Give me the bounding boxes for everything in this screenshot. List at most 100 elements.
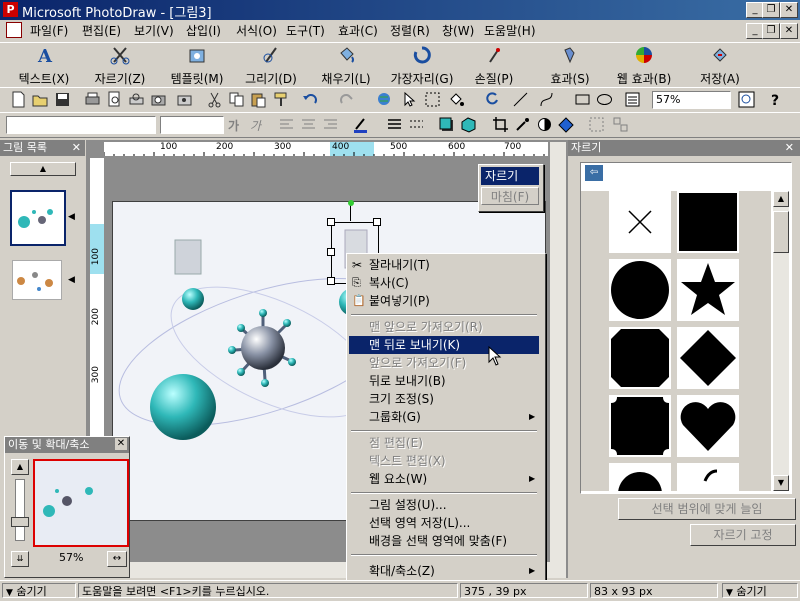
ungroup-icon[interactable] xyxy=(612,116,629,133)
zoom-in-up-button[interactable]: ▲ xyxy=(11,459,29,475)
fit-to-window-button[interactable]: ↔ xyxy=(107,551,127,567)
gallery-scroll-down-button[interactable]: ▼ xyxy=(773,475,789,491)
ctx-copy[interactable]: 복사(C) xyxy=(349,274,539,292)
shape-cell-star[interactable] xyxy=(677,259,739,321)
fill-button[interactable]: 채우기(L) xyxy=(314,45,378,86)
ctx-web-elements[interactable]: 웹 요소(W) xyxy=(349,470,539,488)
thumbnail-1[interactable] xyxy=(10,190,66,246)
ctx-save-selection[interactable]: 선택 영역 저장(L)... xyxy=(349,514,539,532)
ctx-edit-text[interactable]: 텍스트 편집(X) xyxy=(349,452,539,470)
effects-button[interactable]: 효과(S) xyxy=(540,45,600,86)
ellipse-icon[interactable] xyxy=(596,91,613,108)
navigator-close-icon[interactable]: ✕ xyxy=(115,438,127,450)
scan-icon[interactable] xyxy=(128,91,145,108)
shadow-icon[interactable] xyxy=(438,116,455,133)
cut-button[interactable]: 자르기(Z) xyxy=(88,45,152,86)
menu-file[interactable]: 파일(F) xyxy=(30,22,68,39)
gallery-scroll-up-button[interactable]: ▲ xyxy=(773,191,789,207)
ctx-resize[interactable]: 크기 조정(S) xyxy=(349,390,539,408)
align-right-icon[interactable] xyxy=(322,116,339,133)
menu-view[interactable]: 보기(V) xyxy=(134,22,174,39)
menu-window[interactable]: 창(W) xyxy=(442,22,474,39)
shape-cell-octagon[interactable] xyxy=(609,327,671,389)
thumbnail-2[interactable] xyxy=(12,260,62,300)
bold-icon[interactable]: 가 xyxy=(228,117,239,134)
paste-icon[interactable] xyxy=(250,91,267,108)
shape-cell-diamond[interactable] xyxy=(677,327,739,389)
font-name-combo[interactable] xyxy=(6,116,156,134)
navigator-viewport[interactable] xyxy=(33,459,129,547)
contrast-icon[interactable] xyxy=(536,116,553,133)
ctx-fit-background[interactable]: 배경을 선택 영역에 맞춤(F) xyxy=(349,532,539,550)
italic-icon[interactable]: 가 xyxy=(250,117,261,134)
rotation-handle[interactable] xyxy=(348,200,354,206)
touchup-button[interactable]: 손질(P) xyxy=(464,45,524,86)
rotate-icon[interactable] xyxy=(484,91,501,108)
ctx-paste[interactable]: 붙여넣기(P) xyxy=(349,292,539,310)
print-icon[interactable] xyxy=(84,91,101,108)
ctx-zoom[interactable]: 확대/축소(Z) xyxy=(349,562,539,580)
menu-format[interactable]: 서식(O) xyxy=(236,22,277,39)
doc-restore-button[interactable]: ❐ xyxy=(762,23,780,39)
fit-selection-button[interactable]: 선택 범위에 맞게 늘임 xyxy=(618,498,796,520)
pen-color-icon[interactable] xyxy=(352,116,369,133)
eyedropper-icon[interactable] xyxy=(514,116,531,133)
shape-cell-stamp[interactable] xyxy=(609,395,671,457)
ctx-send-to-back[interactable]: 맨 뒤로 보내기(K) xyxy=(349,336,539,354)
format-painter-icon[interactable] xyxy=(272,91,289,108)
gallery-back-icon[interactable]: ⇦ xyxy=(585,165,603,181)
help-icon[interactable]: ? xyxy=(768,91,785,108)
gallery-scrollbar[interactable]: ▲ ▼ xyxy=(773,191,789,491)
resize-handle-ne[interactable] xyxy=(373,218,381,226)
cut-scissors-icon[interactable] xyxy=(206,91,223,108)
digital-camera-icon[interactable] xyxy=(150,91,167,108)
template-button[interactable]: 템플릿(M) xyxy=(160,45,234,86)
crop-icon[interactable] xyxy=(492,116,509,133)
line-style-icon[interactable] xyxy=(386,116,403,133)
save-disk-icon[interactable] xyxy=(54,91,71,108)
text-button[interactable]: A 텍스트(X) xyxy=(14,45,74,86)
align-center-icon[interactable] xyxy=(300,116,317,133)
menu-insert[interactable]: 삽입(I) xyxy=(186,22,221,39)
vertical-scrollbar[interactable] xyxy=(550,142,566,562)
shape-cell-circle[interactable] xyxy=(609,259,671,321)
shape-cell-partial-1[interactable] xyxy=(609,463,671,516)
picture-properties-icon[interactable] xyxy=(624,91,641,108)
ctx-bring-to-front[interactable]: 맨 앞으로 가져오기(R) xyxy=(349,318,539,336)
shape-cell-heart[interactable] xyxy=(677,395,739,457)
globe-icon[interactable] xyxy=(376,91,393,108)
zoom-slider-thumb[interactable] xyxy=(11,517,29,527)
3d-icon[interactable] xyxy=(460,116,477,133)
align-left-icon[interactable] xyxy=(278,116,295,133)
shape-cell-x[interactable] xyxy=(609,191,671,253)
app-icon[interactable]: P xyxy=(3,2,18,17)
resize-handle-nw[interactable] xyxy=(327,218,335,226)
cut-panel-close-icon[interactable]: ✕ xyxy=(785,140,794,156)
camera-icon[interactable] xyxy=(176,91,193,108)
select-region-icon[interactable] xyxy=(424,91,441,108)
zoom-slider-track[interactable] xyxy=(15,479,25,541)
menu-effects[interactable]: 효과(C) xyxy=(338,22,378,39)
zoom-fit-icon[interactable] xyxy=(738,91,755,108)
menu-arrange[interactable]: 정렬(R) xyxy=(390,22,430,39)
list-scroll-up-button[interactable]: ▲ xyxy=(10,162,76,176)
undo-icon[interactable] xyxy=(302,91,319,108)
draw-button[interactable]: 그리기(D) xyxy=(240,45,302,86)
restore-button[interactable]: ❐ xyxy=(762,2,780,18)
curve-icon[interactable] xyxy=(538,91,555,108)
shape-cell-square[interactable] xyxy=(677,191,739,253)
ctx-edit-points[interactable]: 점 편집(E) xyxy=(349,434,539,452)
print-preview-icon[interactable] xyxy=(106,91,123,108)
hide-left-button[interactable]: ▼ 숨기기 xyxy=(2,583,76,598)
rectangle-icon[interactable] xyxy=(574,91,591,108)
pointer-icon[interactable] xyxy=(400,91,417,108)
save-button[interactable]: 저장(A) xyxy=(690,45,750,86)
ctx-group[interactable]: 그룹화(G) xyxy=(349,408,539,426)
fill-bucket-icon[interactable] xyxy=(448,91,465,108)
zoom-out-button[interactable]: ⇊ xyxy=(11,551,29,567)
resize-handle-w[interactable] xyxy=(327,248,335,256)
shape-cell-partial-2[interactable] xyxy=(677,463,739,491)
open-folder-icon[interactable] xyxy=(32,91,49,108)
resize-handle-sw[interactable] xyxy=(327,277,335,285)
ctx-cut[interactable]: 잘라내기(T) xyxy=(349,256,539,274)
